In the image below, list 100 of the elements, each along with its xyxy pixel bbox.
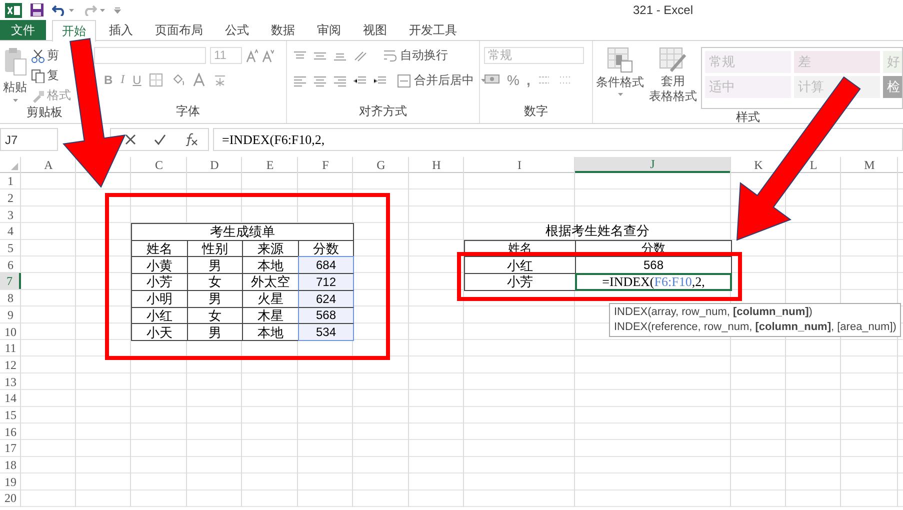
row-header[interactable]: 12 — [4, 358, 16, 372]
ribbon-tab[interactable]: 文件 — [0, 20, 46, 40]
caret-icon[interactable] — [616, 92, 624, 97]
column-header[interactable]: L — [810, 158, 818, 172]
align-left-icon[interactable] — [293, 74, 307, 86]
increase-indent-icon[interactable] — [373, 74, 387, 86]
table-cell: 男 — [187, 256, 243, 274]
row-header[interactable]: 17 — [4, 441, 16, 456]
brush-icon[interactable] — [31, 88, 45, 102]
paste-button[interactable]: 粘贴 — [3, 79, 27, 96]
percent-button[interactable]: % — [507, 72, 520, 88]
caret-icon[interactable] — [99, 8, 106, 12]
orientation-icon[interactable] — [353, 50, 369, 62]
table-cell: 小明 — [131, 290, 188, 308]
select-all-icon[interactable] — [10, 162, 19, 171]
column-header[interactable]: M — [864, 158, 875, 172]
name-box[interactable]: J7 — [0, 128, 58, 151]
ribbon-tab[interactable]: 开始 — [52, 20, 96, 42]
row-header[interactable]: 18 — [4, 458, 16, 472]
row-header[interactable]: 19 — [4, 474, 16, 489]
align-top-icon[interactable] — [293, 50, 307, 62]
cell-editor[interactable]: =INDEX(F6:F10,2, — [575, 273, 732, 291]
row-header[interactable]: 11 — [4, 341, 16, 356]
font-name-field[interactable] — [94, 47, 206, 64]
row-header[interactable]: 20 — [4, 491, 16, 506]
window-title: 321 - Excel — [632, 3, 694, 17]
group-label: 对齐方式 — [358, 103, 408, 120]
scissors-icon[interactable] — [31, 48, 45, 62]
row-header[interactable]: 5 — [8, 241, 14, 256]
group-label: 数字 — [523, 103, 549, 120]
row-header[interactable]: 10 — [4, 324, 16, 339]
row-header[interactable]: 9 — [8, 308, 14, 322]
column-header[interactable]: I — [518, 158, 522, 172]
row-header[interactable]: 6 — [8, 258, 14, 272]
column-header[interactable]: F — [322, 158, 329, 172]
table-cell: 568 — [575, 256, 732, 274]
column-header[interactable]: E — [266, 158, 274, 172]
column-header[interactable]: A — [44, 158, 53, 172]
caret-icon[interactable] — [12, 98, 18, 103]
align-middle-icon[interactable] — [313, 50, 327, 62]
ribbon-tab[interactable]: 插入 — [100, 20, 142, 40]
undo-icon[interactable] — [52, 4, 66, 16]
font-shrink-icon[interactable] — [262, 48, 274, 62]
row-header[interactable]: 3 — [8, 208, 14, 222]
customize-icon[interactable] — [114, 6, 121, 14]
phonetic-icon[interactable] — [213, 72, 228, 86]
ribbon-tab[interactable]: 公式 — [216, 20, 258, 40]
column-header[interactable]: D — [210, 158, 219, 172]
row-header[interactable]: 2 — [8, 191, 14, 206]
save-icon[interactable] — [30, 3, 44, 17]
table-cell: 534 — [298, 323, 354, 341]
formula-field[interactable]: =INDEX(F6:F10,2, — [213, 128, 903, 151]
column-header[interactable]: C — [154, 158, 163, 172]
row-header[interactable]: 8 — [8, 291, 14, 306]
row-header[interactable]: 7 — [0, 273, 21, 289]
column-header[interactable]: G — [376, 158, 386, 172]
font-grow-icon[interactable] — [246, 48, 258, 62]
comma-button[interactable]: , — [526, 72, 530, 88]
ribbon-tab[interactable]: 数据 — [262, 20, 304, 40]
table-cell: 小芳 — [131, 273, 188, 291]
column-header[interactable]: K — [754, 158, 763, 172]
align-center-icon[interactable] — [313, 74, 327, 86]
redo-icon[interactable] — [83, 4, 97, 16]
row-header[interactable]: 14 — [4, 391, 16, 406]
wrap-text-button[interactable]: 自动换行 — [383, 47, 448, 64]
table-cell: 小红 — [464, 256, 576, 274]
conditional-format-button[interactable]: 条件格式 — [596, 74, 644, 91]
caret-icon[interactable] — [68, 8, 75, 12]
ribbon-tab[interactable]: 页面布局 — [146, 20, 212, 40]
confirm-icon[interactable] — [154, 134, 166, 145]
ribbon-tab[interactable]: 视图 — [354, 20, 396, 40]
function-icon[interactable] — [184, 133, 198, 146]
merge-center-button[interactable]: 合并后居中 — [397, 72, 474, 89]
cut-button[interactable]: 剪 — [47, 47, 59, 64]
font-color-icon[interactable] — [193, 72, 206, 86]
column-header[interactable]: H — [432, 158, 441, 172]
ribbon-tab[interactable]: 开发工具 — [400, 20, 466, 40]
row-header[interactable]: 16 — [4, 424, 16, 439]
row-header[interactable]: 4 — [8, 224, 14, 238]
copy-button[interactable]: 复 — [47, 67, 59, 84]
format-as-table-button[interactable]: 套用 表格格式 — [648, 47, 698, 104]
borders-icon[interactable] — [149, 72, 164, 86]
app-icon[interactable] — [5, 2, 22, 18]
table-title: 考生成绩单 — [131, 223, 354, 241]
ribbon-tab[interactable]: 审阅 — [308, 20, 350, 40]
decrease-indent-icon[interactable] — [353, 74, 367, 86]
row-header[interactable]: 13 — [4, 374, 16, 389]
group-label: 字体 — [175, 103, 201, 120]
fill-color-icon[interactable] — [171, 72, 186, 86]
table-cell: 712 — [298, 273, 354, 291]
table-cell: 本地 — [242, 256, 299, 274]
copy-icon[interactable] — [31, 68, 45, 82]
row-header[interactable]: 15 — [4, 408, 16, 422]
conditional-format-icon[interactable] — [607, 47, 633, 73]
table-style-icon — [659, 47, 687, 73]
cancel-icon[interactable] — [125, 134, 136, 145]
column-header[interactable]: J — [575, 157, 730, 173]
align-right-icon[interactable] — [333, 74, 347, 86]
table-cell: 男 — [187, 323, 243, 341]
row-header[interactable]: 1 — [8, 174, 14, 188]
